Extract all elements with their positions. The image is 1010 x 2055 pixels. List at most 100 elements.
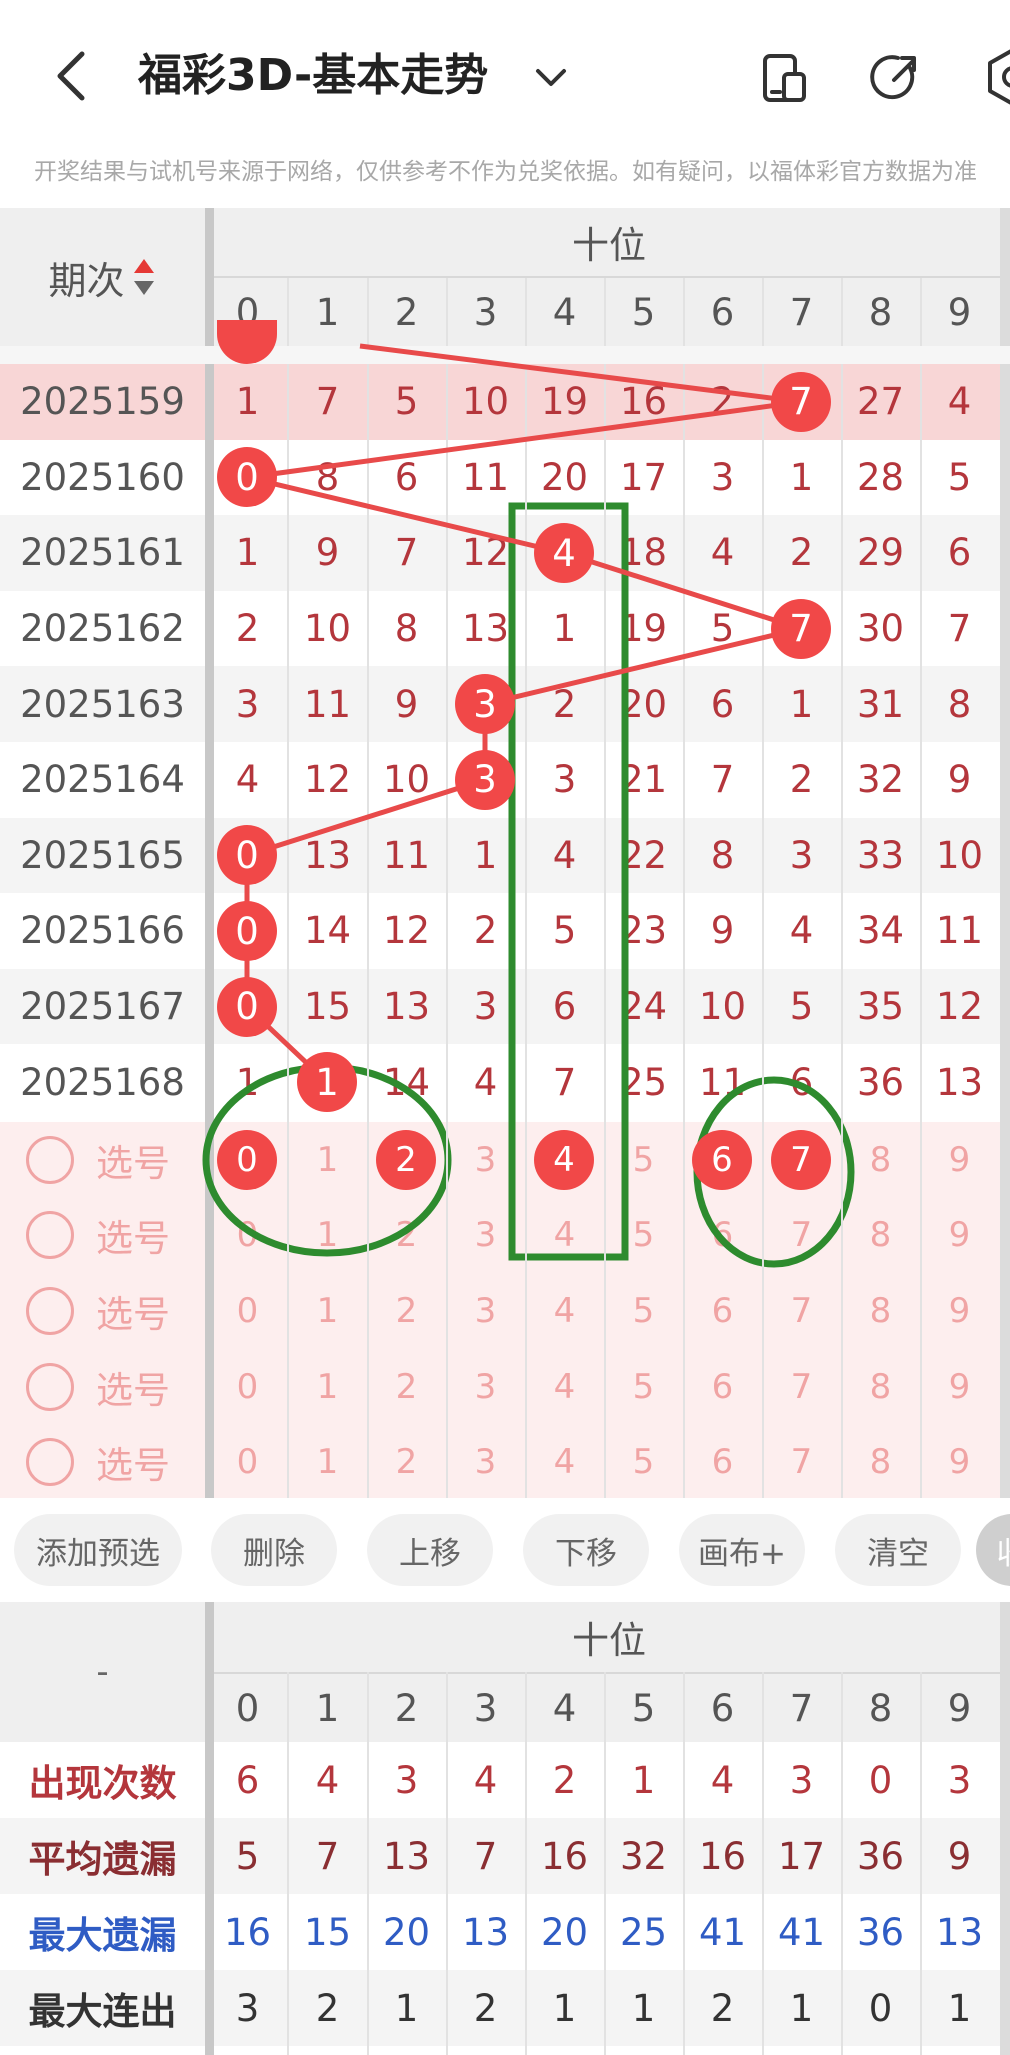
miss-count-cell: 13	[461, 607, 510, 651]
select-digit[interactable]: 2	[367, 1349, 446, 1425]
digit-header-cell: 6	[710, 290, 735, 334]
select-digit[interactable]: 1	[288, 1198, 367, 1274]
select-digit[interactable]: 0	[208, 1198, 287, 1274]
selected-digit-ball[interactable]: 4	[534, 1129, 594, 1190]
miss-count-cell: 3	[552, 758, 577, 802]
select-digit[interactable]: 1	[288, 1273, 367, 1349]
select-digit[interactable]: 7	[762, 1349, 841, 1425]
select-digit[interactable]: 7	[762, 1424, 841, 1500]
device-button[interactable]	[756, 48, 812, 108]
select-digit[interactable]: 2	[367, 1198, 446, 1274]
select-digit[interactable]: 7	[762, 1198, 841, 1274]
dropdown-toggle[interactable]	[528, 55, 574, 101]
radio-circle-icon[interactable]	[26, 1211, 74, 1260]
miss-count-cell: 9	[315, 531, 340, 575]
miss-count-cell: 2	[473, 909, 498, 953]
select-digit[interactable]: 2	[367, 1273, 446, 1349]
miss-count-cell: 5	[947, 455, 972, 499]
radio-circle-icon[interactable]	[26, 1438, 74, 1487]
select-digit[interactable]: 3	[446, 1198, 525, 1274]
stats-value-cell: 7	[315, 1834, 340, 1878]
select-digit[interactable]: 5	[604, 1349, 683, 1425]
select-digit[interactable]: 0	[208, 1349, 287, 1425]
period-column-header[interactable]: 期次	[0, 208, 205, 346]
collapse-button[interactable]: 收	[976, 1514, 1010, 1586]
page-title[interactable]: 福彩3D-基本走势	[138, 48, 488, 104]
select-digit[interactable]: 0	[208, 1424, 287, 1500]
select-digit[interactable]: 4	[525, 1424, 604, 1500]
select-digit[interactable]: 7	[762, 1273, 841, 1349]
select-row-toggle[interactable]: 选号	[26, 1122, 170, 1198]
add-preselect-button[interactable]: 添加预选	[14, 1514, 182, 1586]
miss-count-cell: 4	[473, 1060, 498, 1104]
select-digit[interactable]: 1	[288, 1122, 367, 1198]
move-up-button[interactable]: 上移	[367, 1514, 493, 1586]
select-digit[interactable]: 5	[604, 1424, 683, 1500]
delete-button[interactable]: 删除	[211, 1514, 337, 1586]
stats-grid-line	[445, 1672, 448, 2055]
select-digit[interactable]: 8	[841, 1349, 920, 1425]
back-button[interactable]	[40, 40, 100, 110]
select-digit[interactable]: 9	[920, 1349, 999, 1425]
select-digit[interactable]: 6	[683, 1349, 762, 1425]
select-digit[interactable]: 8	[841, 1424, 920, 1500]
select-digit[interactable]: 9	[920, 1198, 999, 1274]
select-digit[interactable]: 8	[841, 1122, 920, 1198]
miss-count-cell: 16	[619, 380, 668, 424]
select-digit[interactable]: 8	[841, 1273, 920, 1349]
select-digit[interactable]: 9	[920, 1122, 999, 1198]
stats-row-label: 平均遗漏	[28, 1838, 177, 1881]
select-digit[interactable]: 3	[446, 1424, 525, 1500]
select-digit[interactable]: 6	[683, 1273, 762, 1349]
select-digit[interactable]: 1	[288, 1349, 367, 1425]
select-row-toggle[interactable]: 选号	[26, 1198, 170, 1274]
selected-digit-ball[interactable]: 2	[376, 1129, 436, 1190]
select-digit[interactable]: 0	[208, 1273, 287, 1349]
chevron-left-icon	[57, 51, 85, 101]
select-digit[interactable]: 6	[683, 1424, 762, 1500]
clear-button[interactable]: 清空	[835, 1514, 961, 1586]
stats-grid-line	[524, 1672, 527, 2055]
header-divider	[214, 276, 1004, 278]
select-digit[interactable]: 2	[367, 1424, 446, 1500]
digit-header-cell: 3	[473, 290, 498, 334]
collapse-button-label: 收	[976, 1514, 1010, 1586]
selected-digit-ball[interactable]: 0	[217, 1129, 277, 1190]
select-digit[interactable]: 4	[525, 1273, 604, 1349]
select-digit[interactable]: 3	[446, 1349, 525, 1425]
select-digit[interactable]: 9	[920, 1424, 999, 1500]
miss-count-cell: 8	[394, 607, 419, 651]
select-digit[interactable]: 8	[841, 1198, 920, 1274]
radio-circle-icon[interactable]	[26, 1135, 74, 1184]
miss-count-cell: 19	[619, 607, 668, 651]
select-digit[interactable]: 5	[604, 1198, 683, 1274]
select-row-toggle[interactable]: 选号	[26, 1349, 170, 1425]
radio-circle-icon[interactable]	[26, 1362, 74, 1411]
select-digit[interactable]: 9	[920, 1273, 999, 1349]
select-digit[interactable]: 6	[683, 1198, 762, 1274]
miss-count-cell: 11	[382, 833, 431, 877]
settings-button[interactable]	[980, 44, 1010, 110]
select-digit[interactable]: 3	[446, 1122, 525, 1198]
stats-value-cell: 0	[868, 1986, 893, 2030]
select-digit[interactable]: 4	[525, 1349, 604, 1425]
selected-digit-ball[interactable]: 7	[771, 1129, 831, 1190]
share-button[interactable]	[866, 48, 926, 108]
select-digit[interactable]: 5	[604, 1122, 683, 1198]
selected-digit-ball[interactable]: 6	[692, 1129, 752, 1190]
period-cell: 2025165	[20, 833, 185, 877]
select-row-toggle[interactable]: 选号	[26, 1424, 170, 1500]
select-digit[interactable]: 5	[604, 1273, 683, 1349]
select-digit[interactable]: 4	[525, 1198, 604, 1274]
radio-circle-icon[interactable]	[26, 1286, 74, 1335]
canvas-button[interactable]: 画布+	[679, 1514, 805, 1586]
move-down-button[interactable]: 下移	[523, 1514, 649, 1586]
select-row-toggle[interactable]: 选号	[26, 1273, 170, 1349]
stats-value-cell: 16	[223, 1910, 272, 1954]
select-digit[interactable]: 3	[446, 1273, 525, 1349]
select-digit[interactable]: 1	[288, 1424, 367, 1500]
stats-grid-line	[840, 1672, 843, 2055]
column-divider	[205, 208, 214, 1498]
hit-ball: 0	[217, 901, 277, 961]
stats-value-cell: 1	[394, 1986, 419, 2030]
